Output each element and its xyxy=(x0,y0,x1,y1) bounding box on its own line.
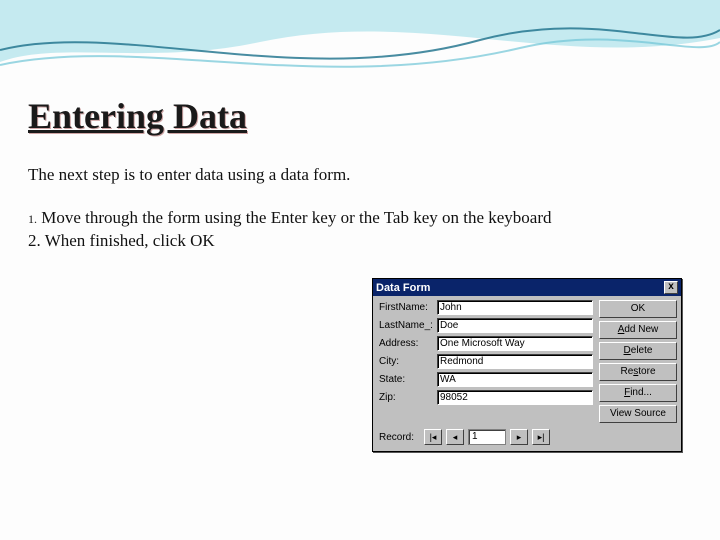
record-first-button[interactable]: |◂ xyxy=(424,429,442,445)
data-form-buttons: OK Add New Delete Restore Find... View S… xyxy=(599,300,677,423)
field-row-lastname: LastName_: Doe xyxy=(379,318,593,333)
field-label: FirstName: xyxy=(379,302,433,313)
firstname-input[interactable]: John xyxy=(437,300,593,315)
record-navigation: Record: |◂ ◂ 1 ▸ ▸| xyxy=(373,425,681,451)
record-label: Record: xyxy=(379,432,414,443)
field-row-address: Address: One Microsoft Way xyxy=(379,336,593,351)
field-row-city: City: Redmond xyxy=(379,354,593,369)
field-row-zip: Zip: 98052 xyxy=(379,390,593,405)
city-input[interactable]: Redmond xyxy=(437,354,593,369)
slide-intro-text: The next step is to enter data using a d… xyxy=(28,165,692,185)
restore-button[interactable]: Restore xyxy=(599,363,677,381)
data-form-fields: FirstName: John LastName_: Doe Address: … xyxy=(379,300,593,423)
zip-input[interactable]: 98052 xyxy=(437,390,593,405)
record-last-button[interactable]: ▸| xyxy=(532,429,550,445)
address-input[interactable]: One Microsoft Way xyxy=(437,336,593,351)
state-input[interactable]: WA xyxy=(437,372,593,387)
data-form-title: Data Form xyxy=(376,282,430,294)
field-row-state: State: WA xyxy=(379,372,593,387)
field-label: State: xyxy=(379,374,433,385)
field-label: Address: xyxy=(379,338,433,349)
record-next-button[interactable]: ▸ xyxy=(510,429,528,445)
record-number-input[interactable]: 1 xyxy=(468,429,506,445)
view-source-button[interactable]: View Source xyxy=(599,405,677,423)
step-2-text: 2. When finished, click OK xyxy=(28,231,215,250)
lastname-input[interactable]: Doe xyxy=(437,318,593,333)
record-prev-button[interactable]: ◂ xyxy=(446,429,464,445)
delete-button[interactable]: Delete xyxy=(599,342,677,360)
slide-steps: 1. Move through the form using the Enter… xyxy=(28,207,688,253)
step-1-number: 1. xyxy=(28,212,37,226)
find-button[interactable]: Find... xyxy=(599,384,677,402)
field-label: City: xyxy=(379,356,433,367)
step-1-text: Move through the form using the Enter ke… xyxy=(37,208,552,227)
close-button[interactable]: x xyxy=(664,281,678,294)
slide-title: Entering Data xyxy=(28,95,692,137)
slide-wave-decoration xyxy=(0,0,720,100)
field-label: Zip: xyxy=(379,392,433,403)
add-new-button[interactable]: Add New xyxy=(599,321,677,339)
ok-button[interactable]: OK xyxy=(599,300,677,318)
data-form-titlebar: Data Form x xyxy=(373,279,681,296)
data-form-window: Data Form x FirstName: John LastName_: D… xyxy=(372,278,682,452)
data-form-body: FirstName: John LastName_: Doe Address: … xyxy=(373,296,681,425)
field-label: LastName_: xyxy=(379,320,433,331)
field-row-firstname: FirstName: John xyxy=(379,300,593,315)
